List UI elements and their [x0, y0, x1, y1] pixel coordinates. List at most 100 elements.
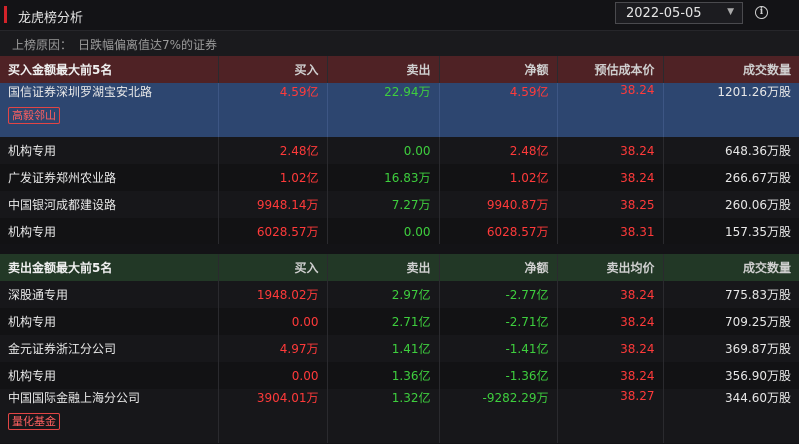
- net-amount: -2.77亿: [439, 281, 558, 308]
- sell-table: 卖出金额最大前5名 买入 卖出 净额 卖出均价 成交数量 深股通专用 1948.…: [0, 254, 799, 443]
- col-header-sell[interactable]: 卖出: [327, 56, 440, 83]
- col-header-price[interactable]: 卖出均价: [557, 254, 664, 281]
- chevron-down-icon: ▼: [727, 7, 734, 17]
- sell-amount: 7.27万: [327, 191, 440, 218]
- table-row[interactable]: 中国国际金融上海分公司 量化基金 3904.01万 1.32亿 -9282.29…: [0, 389, 799, 443]
- col-header-price[interactable]: 预估成本价: [557, 56, 664, 83]
- broker-tag[interactable]: 高毅邻山: [8, 107, 60, 124]
- buy-amount: 1948.02万: [218, 281, 328, 308]
- table-row[interactable]: 机构专用 0.00 1.36亿 -1.36亿 38.24 356.90万股: [0, 362, 799, 389]
- price: 38.24: [557, 335, 664, 362]
- col-header-buy[interactable]: 买入: [218, 56, 328, 83]
- broker-cell[interactable]: 国信证券深圳罗湖宝安北路 高毅邻山: [0, 83, 219, 137]
- page-title: 龙虎榜分析: [18, 11, 84, 26]
- broker-cell[interactable]: 中国国际金融上海分公司 量化基金: [0, 389, 219, 443]
- sell-amount: 22.94万: [327, 83, 440, 137]
- volume: 157.35万股: [725, 225, 791, 239]
- price: 38.31: [557, 218, 664, 245]
- buy-amount: 0.00: [218, 308, 328, 335]
- col-header-net[interactable]: 净额: [439, 254, 558, 281]
- sell-amount: 2.71亿: [327, 308, 440, 335]
- broker-name: 机构专用: [0, 308, 219, 335]
- price: 38.24: [557, 164, 664, 191]
- sell-amount: 1.36亿: [327, 362, 440, 389]
- net-amount: 1.02亿: [439, 164, 558, 191]
- broker-name: 机构专用: [0, 218, 219, 245]
- broker-name: 深股通专用: [0, 281, 219, 308]
- buy-amount: 4.59亿: [218, 83, 328, 137]
- net-amount: 9940.87万: [439, 191, 558, 218]
- buy-amount: 2.48亿: [218, 137, 328, 164]
- date-value: 2022-05-05: [626, 6, 702, 21]
- broker-name: 机构专用: [0, 362, 219, 389]
- net-amount: -1.41亿: [439, 335, 558, 362]
- buy-amount: 0.00: [218, 362, 328, 389]
- header-bar: 龙虎榜分析 2022-05-05 ▼ i: [0, 0, 799, 30]
- date-select[interactable]: 2022-05-05 ▼: [615, 2, 743, 24]
- col-header-net[interactable]: 净额: [439, 56, 558, 83]
- broker-name: 机构专用: [0, 137, 219, 164]
- volume: 356.90万股: [725, 369, 791, 383]
- table-row[interactable]: 机构专用 0.00 2.71亿 -2.71亿 38.24 709.25万股: [0, 308, 799, 335]
- buy-amount: 6028.57万: [218, 218, 328, 245]
- broker-tag[interactable]: 量化基金: [8, 413, 60, 430]
- table-row[interactable]: 国信证券深圳罗湖宝安北路 高毅邻山 4.59亿 22.94万 4.59亿 38.…: [0, 83, 799, 137]
- table-row[interactable]: 机构专用 6028.57万 0.00 6028.57万 38.31 157.35…: [0, 218, 799, 245]
- reason-value: 日跌幅偏离值达7%的证券: [78, 38, 218, 52]
- buy-section-title: 买入金额最大前5名: [0, 56, 219, 83]
- net-amount: -9282.29万: [439, 389, 558, 443]
- broker-name: 中国银河成都建设路: [0, 191, 219, 218]
- sell-amount: 1.41亿: [327, 335, 440, 362]
- price: 38.24: [557, 362, 664, 389]
- table-row[interactable]: 中国银河成都建设路 9948.14万 7.27万 9940.87万 38.25 …: [0, 191, 799, 218]
- net-amount: -1.36亿: [439, 362, 558, 389]
- net-amount: 2.48亿: [439, 137, 558, 164]
- volume: 266.67万股: [725, 171, 791, 185]
- info-icon[interactable]: i: [755, 6, 768, 19]
- sell-amount: 2.97亿: [327, 281, 440, 308]
- broker-name: 金元证券浙江分公司: [0, 335, 219, 362]
- volume: 775.83万股: [725, 288, 791, 302]
- broker-name: 中国国际金融上海分公司: [8, 391, 141, 405]
- table-row[interactable]: 深股通专用 1948.02万 2.97亿 -2.77亿 38.24 775.83…: [0, 281, 799, 308]
- buy-table: 买入金额最大前5名 买入 卖出 净额 预估成本价 成交数量 国信证券深圳罗湖宝安…: [0, 56, 799, 245]
- volume: 1201.26万股: [717, 85, 791, 99]
- price: 38.25: [557, 191, 664, 218]
- col-header-volume[interactable]: 成交数量: [663, 254, 799, 281]
- price: 38.27: [557, 389, 664, 443]
- buy-table-header: 买入金额最大前5名 买入 卖出 净额 预估成本价 成交数量: [0, 56, 799, 83]
- table-row[interactable]: 金元证券浙江分公司 4.97万 1.41亿 -1.41亿 38.24 369.8…: [0, 335, 799, 362]
- net-amount: -2.71亿: [439, 308, 558, 335]
- price: 38.24: [557, 308, 664, 335]
- volume: 648.36万股: [725, 144, 791, 158]
- col-header-buy[interactable]: 买入: [218, 254, 328, 281]
- buy-amount: 9948.14万: [218, 191, 328, 218]
- col-header-sell[interactable]: 卖出: [327, 254, 440, 281]
- sell-amount: 16.83万: [327, 164, 440, 191]
- title-accent-bar: [4, 6, 7, 23]
- volume: 260.06万股: [725, 198, 791, 212]
- broker-name: 国信证券深圳罗湖宝安北路: [8, 85, 153, 99]
- net-amount: 6028.57万: [439, 218, 558, 245]
- price: 38.24: [557, 137, 664, 164]
- buy-amount: 1.02亿: [218, 164, 328, 191]
- volume: 369.87万股: [725, 342, 791, 356]
- volume: 344.60万股: [725, 391, 791, 405]
- section-divider: [0, 244, 799, 254]
- table-row[interactable]: 广发证券郑州农业路 1.02亿 16.83万 1.02亿 38.24 266.6…: [0, 164, 799, 191]
- price: 38.24: [557, 281, 664, 308]
- price: 38.24: [557, 83, 664, 137]
- buy-amount: 4.97万: [218, 335, 328, 362]
- sell-table-header: 卖出金额最大前5名 买入 卖出 净额 卖出均价 成交数量: [0, 254, 799, 281]
- sell-section-title: 卖出金额最大前5名: [0, 254, 219, 281]
- sell-amount: 0.00: [327, 137, 440, 164]
- listing-reason: 上榜原因： 日跌幅偏离值达7%的证券: [0, 30, 799, 56]
- table-row[interactable]: 机构专用 2.48亿 0.00 2.48亿 38.24 648.36万股: [0, 137, 799, 164]
- sell-amount: 0.00: [327, 218, 440, 245]
- col-header-volume[interactable]: 成交数量: [663, 56, 799, 83]
- volume: 709.25万股: [725, 315, 791, 329]
- sell-amount: 1.32亿: [327, 389, 440, 443]
- reason-label: 上榜原因：: [12, 38, 73, 52]
- buy-amount: 3904.01万: [218, 389, 328, 443]
- broker-name: 广发证券郑州农业路: [0, 164, 219, 191]
